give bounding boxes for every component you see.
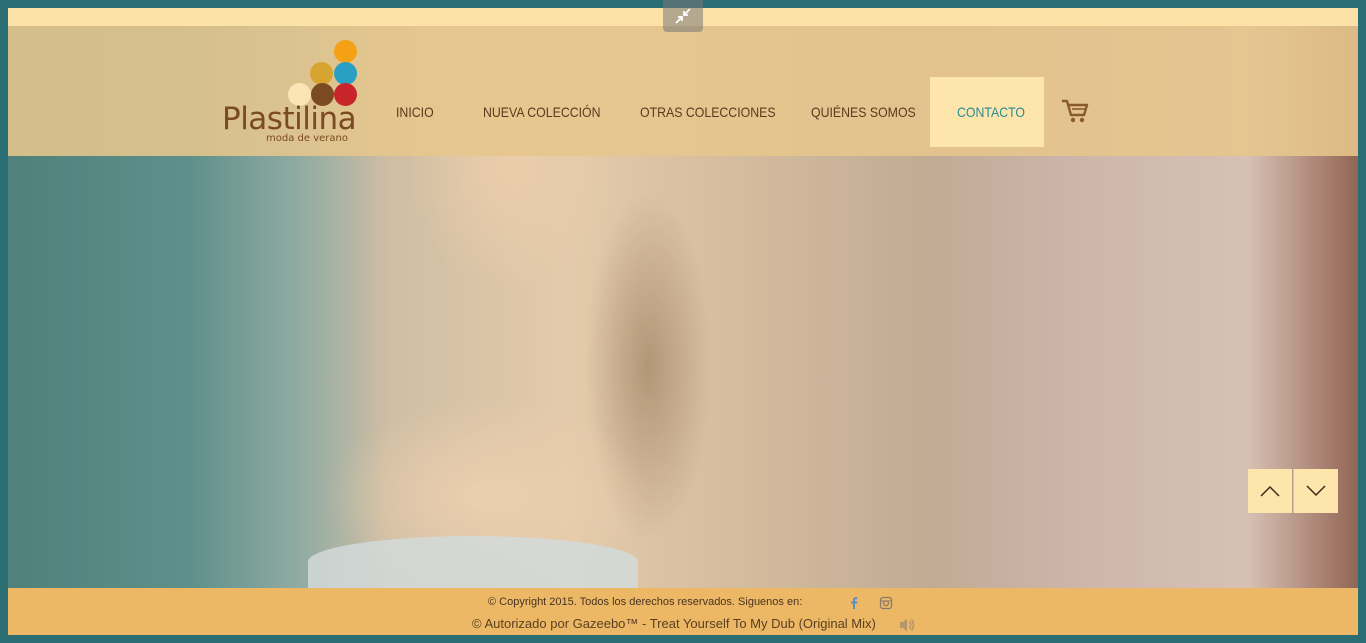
page-frame: Plastilina moda de verano INICIO NUEVA C… (8, 8, 1358, 635)
facebook-icon[interactable] (847, 596, 861, 610)
copyright-text: © Copyright 2015. Todos los derechos res… (488, 596, 803, 608)
nav-item-quienes-somos[interactable]: QUIÉNES SOMOS (811, 77, 916, 147)
logo-dot (334, 40, 357, 63)
site-header: Plastilina moda de verano INICIO NUEVA C… (8, 26, 1358, 156)
chevron-up-icon (1260, 485, 1280, 497)
site-logo[interactable]: Plastilina moda de verano (222, 40, 362, 150)
logo-dot (334, 62, 357, 85)
slide-next-button[interactable] (1293, 469, 1338, 513)
slide-prev-button[interactable] (1248, 469, 1292, 513)
nav-item-otras-colecciones[interactable]: OTRAS COLECCIONES (640, 77, 776, 147)
logo-wordmark: Plastilina (222, 101, 357, 137)
speaker-icon[interactable] (898, 617, 916, 633)
logo-tagline: moda de verano (266, 133, 348, 144)
shopping-cart-icon[interactable] (1060, 96, 1090, 126)
logo-dot (310, 62, 333, 85)
collapse-button[interactable] (663, 0, 703, 32)
nav-item-contacto[interactable]: CONTACTO (957, 77, 1025, 147)
site-footer: © Copyright 2015. Todos los derechos res… (8, 588, 1358, 635)
collapse-arrows-icon (675, 8, 691, 24)
instagram-icon[interactable] (879, 596, 893, 610)
chevron-down-icon (1306, 485, 1326, 497)
nav-item-nueva-coleccion[interactable]: NUEVA COLECCIÓN (483, 77, 601, 147)
now-playing-text: © Autorizado por Gazeebo™ - Treat Yourse… (472, 616, 876, 631)
nav-item-inicio[interactable]: INICIO (396, 77, 434, 147)
